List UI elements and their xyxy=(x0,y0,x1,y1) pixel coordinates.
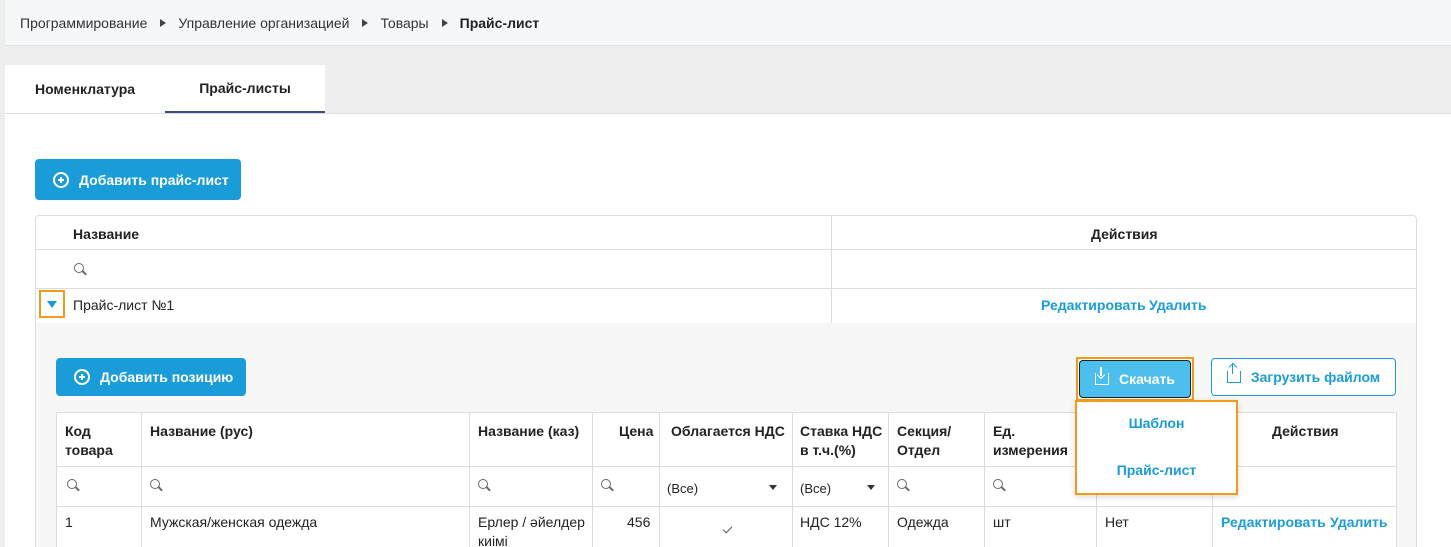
edit-link[interactable]: Редактировать xyxy=(1041,297,1146,313)
column-header-vat[interactable]: Облагается НДС xyxy=(671,422,785,441)
download-menu-item-template[interactable]: Шаблон xyxy=(1077,415,1236,431)
search-icon[interactable] xyxy=(150,479,160,489)
column-header-price[interactable]: Цена xyxy=(619,422,653,441)
download-icon xyxy=(1095,367,1110,385)
pricelist-table: Название Действия Прайс-лист №1 Редактир… xyxy=(35,215,1417,547)
column-header-name-kaz[interactable]: Название (каз) xyxy=(478,422,579,441)
column-header-unit[interactable]: Ед. измерения xyxy=(993,422,1083,460)
download-menu: Шаблон Прайс-лист xyxy=(1075,400,1238,495)
tab-nomenclature[interactable]: Номенклатура xyxy=(5,65,165,113)
column-header-vat-rate[interactable]: Ставка НДС в т.ч.(%) xyxy=(800,422,888,460)
search-icon[interactable] xyxy=(67,479,77,489)
filter-row xyxy=(36,250,1416,289)
search-icon[interactable] xyxy=(74,263,84,273)
breadcrumb-item-programming[interactable]: Программирование xyxy=(20,15,147,31)
search-icon[interactable] xyxy=(897,479,907,489)
chevron-right-icon xyxy=(362,18,369,27)
delete-link[interactable]: Удалить xyxy=(1149,297,1206,313)
divider xyxy=(57,506,1396,507)
vat-filter-select[interactable]: (Все) xyxy=(667,481,698,496)
column-header-code[interactable]: Код товара xyxy=(65,422,135,460)
column-header-actions: Действия xyxy=(1272,423,1339,439)
cell-unit: шт xyxy=(993,514,1011,530)
cell-vat-rate: НДС 12% xyxy=(800,514,862,530)
table-row xyxy=(36,289,1416,323)
chevron-down-icon[interactable] xyxy=(769,485,777,490)
search-icon[interactable] xyxy=(993,479,1003,489)
tab-pricelists[interactable]: Прайс-листы xyxy=(165,65,325,113)
breadcrumb: Программирование Управление организацией… xyxy=(5,0,1451,46)
breadcrumb-item-goods[interactable]: Товары xyxy=(380,15,428,31)
chevron-down-icon[interactable] xyxy=(867,485,875,490)
row-delete-link[interactable]: Удалить xyxy=(1330,513,1387,532)
plus-circle-icon xyxy=(74,369,90,385)
column-header-section[interactable]: Секция/ Отдел xyxy=(897,422,967,460)
row-edit-link[interactable]: Редактировать xyxy=(1221,513,1326,532)
upload-file-button[interactable]: Загрузить файлом xyxy=(1211,358,1396,396)
search-icon[interactable] xyxy=(478,479,488,489)
add-pricelist-label: Добавить прайс-лист xyxy=(79,171,229,188)
download-button[interactable]: Скачать xyxy=(1079,360,1191,398)
upload-label: Загрузить файлом xyxy=(1250,369,1381,385)
column-header-actions: Действия xyxy=(1091,226,1158,242)
chevron-right-icon xyxy=(160,18,167,27)
pricelist-name: Прайс-лист №1 xyxy=(73,297,175,313)
add-position-label: Добавить позицию xyxy=(100,369,234,385)
chevron-right-icon xyxy=(441,18,448,27)
cell-section: Одежда xyxy=(897,514,949,530)
column-header-name[interactable]: Название xyxy=(73,226,139,242)
cell-name-rus: Мужская/женская одежда xyxy=(150,514,318,530)
table-header-row: Название Действия xyxy=(36,216,1416,250)
cell-price: 456 xyxy=(627,514,651,530)
cell-name-kaz: Ерлер / әйелдер киімі xyxy=(478,514,585,547)
add-position-button[interactable]: Добавить позицию xyxy=(56,358,246,396)
cell-code: 1 xyxy=(65,514,73,530)
add-pricelist-button[interactable]: Добавить прайс-лист xyxy=(35,159,241,200)
tab-bar: Номенклатура Прайс-листы xyxy=(5,65,325,113)
upload-icon xyxy=(1226,364,1241,383)
download-menu-item-pricelist[interactable]: Прайс-лист xyxy=(1077,462,1236,478)
cell-extra: Нет xyxy=(1105,514,1129,530)
triangle-down-icon xyxy=(47,300,57,308)
plus-circle-icon xyxy=(53,171,69,188)
breadcrumb-item-org[interactable]: Управление организацией xyxy=(178,15,349,31)
search-icon[interactable] xyxy=(601,479,611,489)
download-highlight: Скачать xyxy=(1076,357,1194,401)
expand-row-toggle[interactable] xyxy=(39,290,65,318)
column-header-name-rus[interactable]: Название (рус) xyxy=(150,422,253,441)
vat-rate-filter-select[interactable]: (Все) xyxy=(800,481,831,496)
download-label: Скачать xyxy=(1119,371,1175,387)
breadcrumb-item-current: Прайс-лист xyxy=(459,14,540,31)
